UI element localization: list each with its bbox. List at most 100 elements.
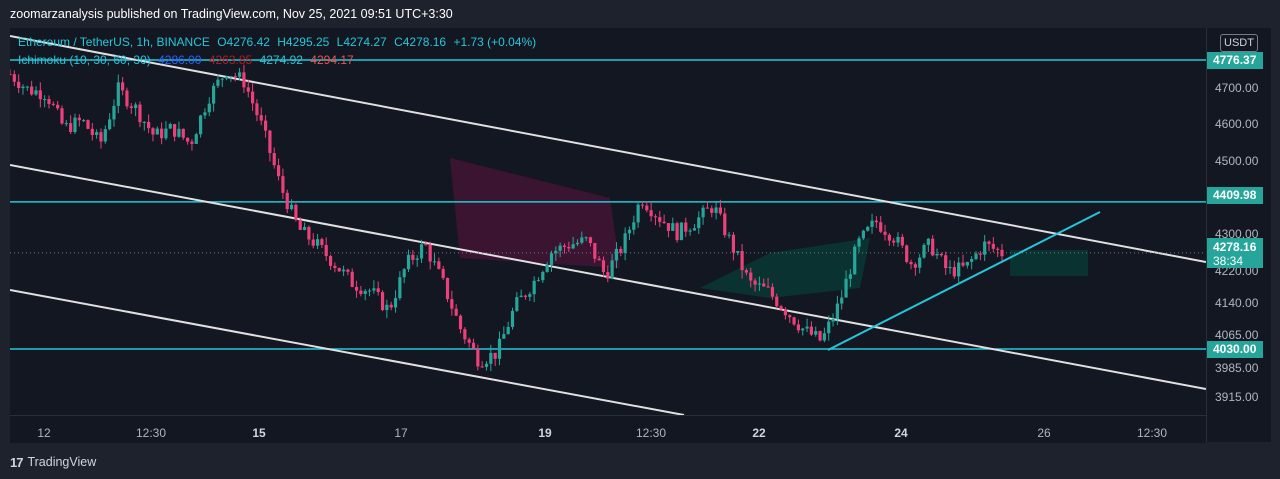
legend-indicator[interactable]: Ichimoku (10, 30, 60, 30) bbox=[18, 53, 151, 67]
candle-body bbox=[679, 222, 684, 241]
candle-body bbox=[736, 251, 740, 253]
candle-body bbox=[931, 238, 935, 256]
candle-body bbox=[82, 120, 86, 122]
x-tick: 26 bbox=[1037, 426, 1051, 440]
candle-body bbox=[147, 121, 151, 129]
candle-body bbox=[584, 237, 588, 239]
candle-body bbox=[121, 82, 125, 91]
candle-body bbox=[1000, 249, 1004, 257]
candle-body bbox=[645, 205, 649, 211]
x-tick: 12:30 bbox=[135, 426, 167, 440]
level-badge-4030: 4030.00 bbox=[1207, 341, 1263, 358]
bar-countdown: 38:34 bbox=[1213, 254, 1244, 268]
candle-body bbox=[151, 128, 155, 135]
candle-body bbox=[112, 105, 116, 120]
candle-body bbox=[567, 246, 571, 249]
candle-body bbox=[203, 112, 207, 116]
candle-body bbox=[493, 352, 497, 359]
legend-span-a: 4274.92 bbox=[259, 53, 303, 67]
footer-brand: 17 TradingView bbox=[10, 452, 96, 472]
candle-body bbox=[255, 103, 259, 116]
candle-body bbox=[10, 74, 12, 76]
candle-body bbox=[372, 288, 376, 291]
candle-body bbox=[792, 317, 796, 325]
candle-body bbox=[229, 76, 233, 78]
x-tick: 12 bbox=[37, 426, 51, 440]
time-axis[interactable]: 12 12:30 15 17 19 12:30 22 24 26 12:30 bbox=[10, 415, 1206, 443]
candle-body bbox=[775, 296, 779, 307]
candle-body bbox=[952, 267, 956, 277]
candle-body bbox=[376, 288, 380, 293]
candle-body bbox=[242, 72, 246, 88]
candle-body bbox=[801, 328, 805, 331]
chart-pane[interactable] bbox=[10, 28, 1206, 442]
candle-body bbox=[69, 123, 73, 132]
candle-body bbox=[892, 240, 896, 243]
candle-body bbox=[268, 130, 272, 154]
candle-body bbox=[463, 329, 467, 340]
candle-body bbox=[194, 134, 198, 144]
price-chart[interactable] bbox=[10, 28, 1206, 415]
candle-body bbox=[337, 267, 341, 272]
candle-body bbox=[259, 115, 263, 121]
candle-body bbox=[580, 237, 584, 243]
candle-body bbox=[814, 331, 818, 335]
candle-body bbox=[523, 295, 528, 297]
candle-body bbox=[285, 192, 289, 210]
candle-body bbox=[831, 318, 835, 322]
candle-body bbox=[640, 204, 645, 206]
candle-body bbox=[237, 72, 242, 77]
candle-body bbox=[103, 129, 107, 142]
chart-legend: Ethereum / TetherUS, 1h, BINANCE O4276.4… bbox=[18, 35, 540, 67]
candle-body bbox=[978, 253, 982, 255]
candle-body bbox=[506, 327, 510, 335]
candle-body bbox=[181, 128, 185, 138]
candle-body bbox=[541, 271, 545, 281]
candle-body bbox=[805, 326, 809, 329]
candle-body bbox=[705, 207, 710, 209]
candle-body bbox=[441, 268, 445, 278]
legend-symbol[interactable]: Ethereum / TetherUS, 1h, BINANCE bbox=[18, 35, 210, 49]
candle-body bbox=[95, 132, 99, 135]
legend-close: C4278.16 bbox=[394, 35, 447, 49]
candle-body bbox=[623, 233, 627, 253]
candle-body bbox=[601, 260, 606, 273]
candle-body bbox=[866, 226, 870, 231]
candle-body bbox=[588, 237, 593, 243]
candle-body bbox=[402, 269, 406, 278]
legend-open: O4276.42 bbox=[217, 35, 270, 49]
candle-body bbox=[116, 82, 120, 106]
candle-body bbox=[944, 255, 948, 269]
candle-body bbox=[359, 290, 363, 294]
candle-body bbox=[25, 86, 29, 88]
candle-body bbox=[406, 254, 411, 270]
candle-body bbox=[211, 85, 216, 104]
candle-body bbox=[246, 87, 250, 92]
x-tick: 17 bbox=[394, 426, 408, 440]
tradingview-logo-icon: 17 bbox=[10, 454, 24, 470]
candle-body bbox=[363, 290, 367, 294]
currency-button[interactable]: USDT bbox=[1220, 34, 1258, 52]
candle-body bbox=[450, 299, 454, 309]
candle-body bbox=[948, 267, 952, 269]
candle-body bbox=[757, 283, 762, 285]
candle-body bbox=[320, 239, 324, 246]
candle-body bbox=[311, 239, 315, 246]
candle-body bbox=[224, 76, 229, 79]
candle-body bbox=[675, 223, 679, 241]
y-tick: 3985.00 bbox=[1215, 361, 1259, 375]
candle-body bbox=[346, 269, 350, 272]
x-tick: 12:30 bbox=[635, 426, 667, 440]
candle-body bbox=[186, 137, 190, 142]
candle-body bbox=[636, 204, 640, 223]
candle-body bbox=[900, 236, 904, 246]
candle-body bbox=[714, 207, 718, 213]
candle-body bbox=[970, 259, 974, 262]
candle-body bbox=[17, 81, 21, 89]
candle-body bbox=[692, 228, 697, 231]
candle-body bbox=[134, 104, 138, 109]
candle-body bbox=[199, 115, 203, 135]
candle-body bbox=[536, 280, 541, 282]
candle-body bbox=[610, 260, 614, 279]
candle-body bbox=[415, 258, 419, 260]
